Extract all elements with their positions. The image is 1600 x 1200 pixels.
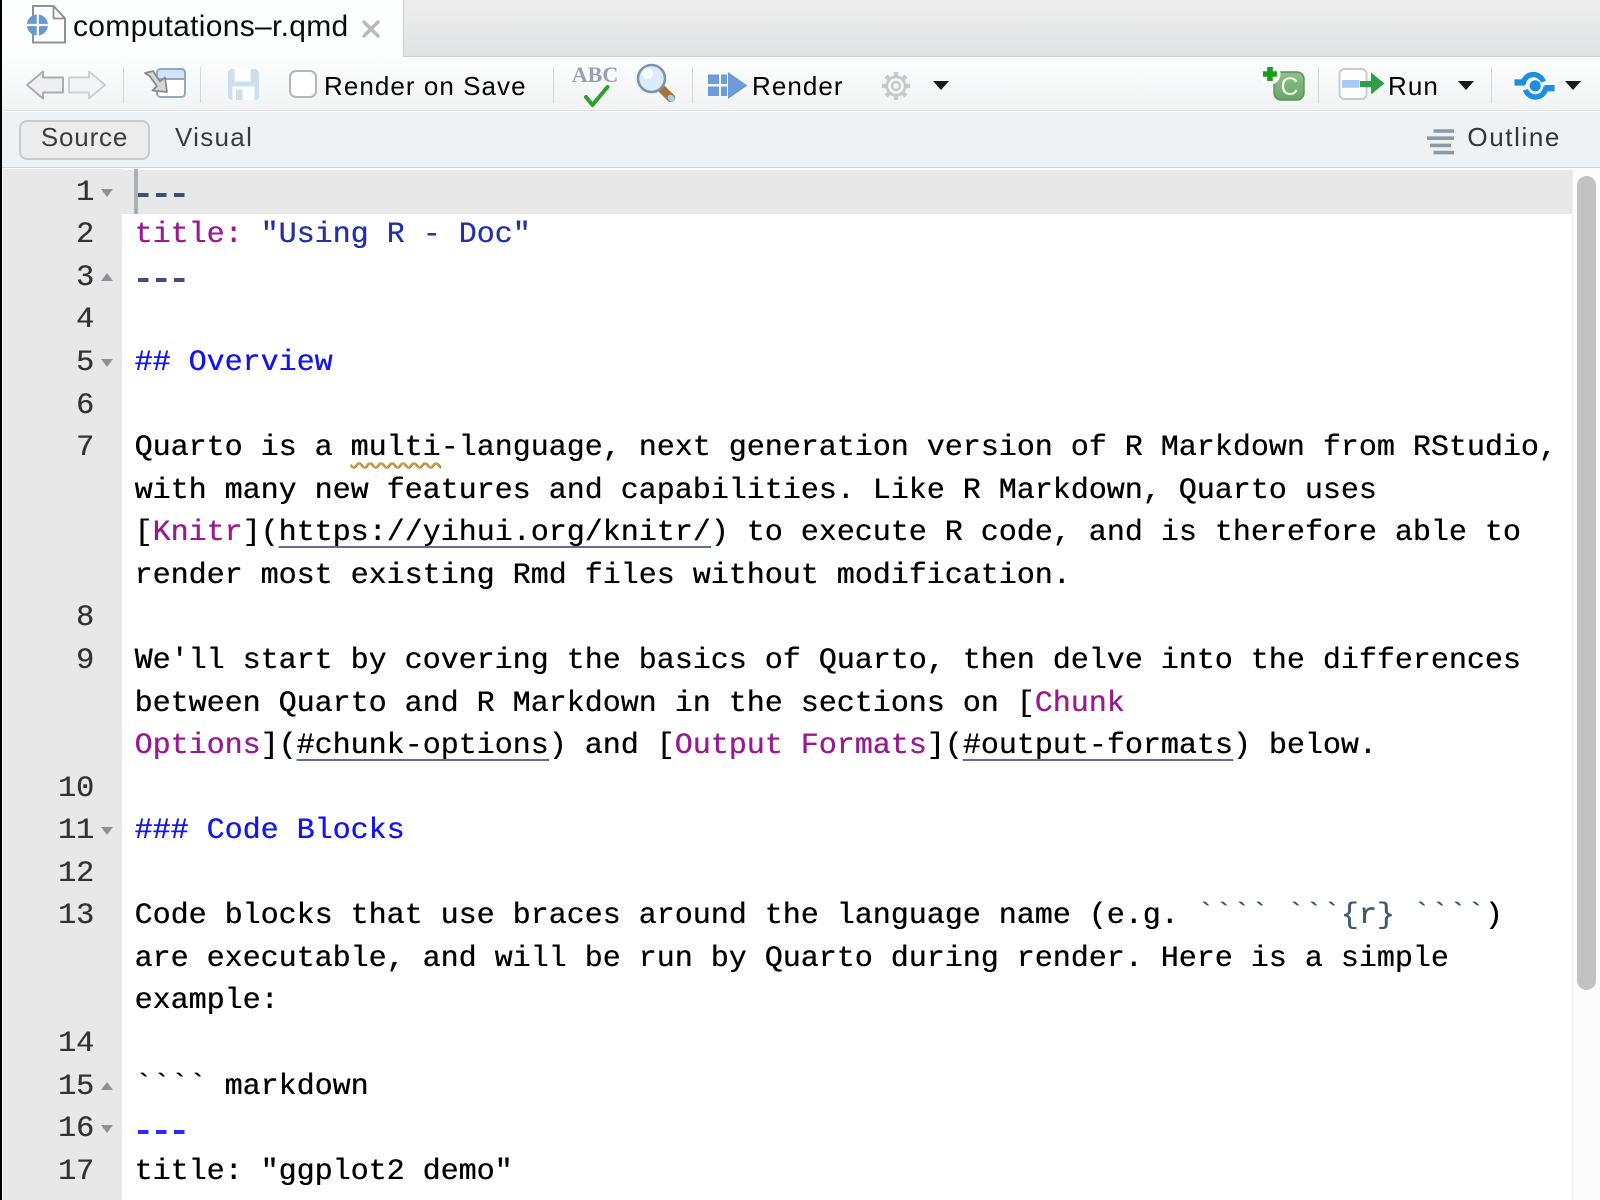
svg-text:C: C	[1280, 73, 1298, 101]
